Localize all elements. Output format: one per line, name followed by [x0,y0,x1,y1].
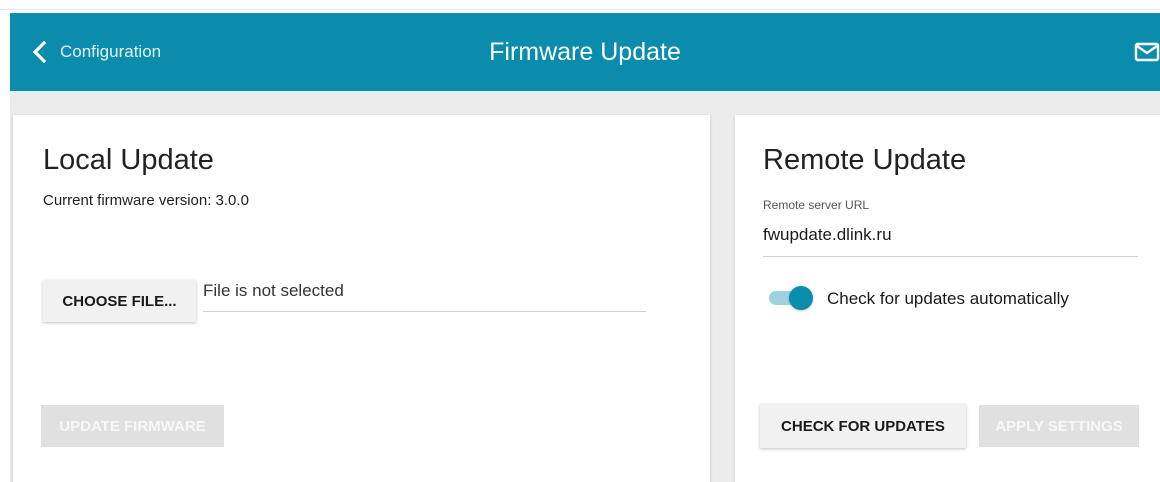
remote-server-url-input[interactable]: fwupdate.dlink.ru [763,221,1138,257]
page-title: Firmware Update [489,37,681,66]
toggle-thumb [789,286,813,310]
local-update-heading: Local Update [43,144,214,176]
auto-check-toggle[interactable] [769,285,813,311]
update-firmware-button[interactable]: UPDATE FIRMWARE [41,405,224,447]
top-strip [0,0,1160,10]
notifications-button[interactable] [1134,41,1160,63]
local-update-card: Local Update Current firmware version: 3… [13,115,710,482]
file-status-field: File is not selected [203,270,646,312]
back-to-configuration-link[interactable]: Configuration [32,13,161,91]
remote-server-url-label: Remote server URL [763,198,870,212]
check-for-updates-button[interactable]: CHECK FOR UPDATES [760,404,966,448]
firmware-version-text: Current firmware version: 3.0.0 [43,192,249,209]
remote-update-heading: Remote Update [763,144,967,176]
page-header: Configuration Firmware Update [10,13,1160,91]
choose-file-button[interactable]: CHOOSE FILE... [43,280,196,322]
auto-check-label: Check for updates automatically [827,289,1069,308]
mail-icon [1134,42,1160,62]
back-label: Configuration [60,42,162,61]
content-area: Local Update Current firmware version: 3… [10,91,1160,482]
apply-settings-button[interactable]: APPLY SETTINGS [979,405,1139,447]
remote-update-card: Remote Update Remote server URL fwupdate… [735,115,1160,482]
chevron-left-icon [32,41,47,63]
